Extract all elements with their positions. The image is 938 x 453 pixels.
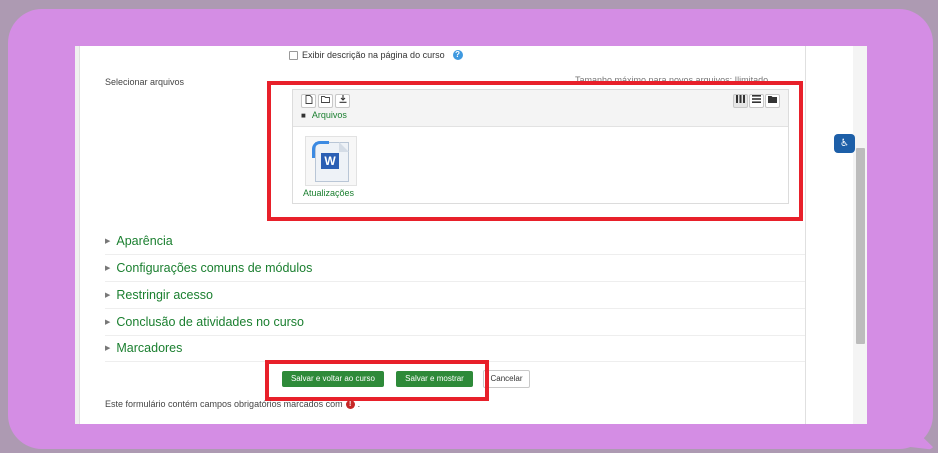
required-note-suffix: . [357,399,361,409]
divider [105,254,805,255]
caret-right-icon: ▶ [105,292,111,299]
section-conclusao-atividades[interactable]: ▶ Conclusão de atividades no curso [105,315,805,329]
accessibility-icon[interactable]: ♿ [834,134,855,153]
help-icon[interactable]: ? [452,50,463,60]
section-label: Configurações comuns de módulos [116,261,313,275]
highlight-box-buttons [265,360,489,401]
highlight-box-file-manager [267,81,803,221]
caret-right-icon: ▶ [105,238,111,245]
divider [105,308,805,309]
display-description-row: Exibir descrição na página do curso ? [289,50,463,60]
cancel-button[interactable]: Cancelar [483,370,530,388]
left-panel-edge [75,46,80,424]
caret-right-icon: ▶ [105,265,111,272]
required-fields-note: Este formulário contém campos obrigatóri… [105,399,360,409]
select-files-label: Selecionar arquivos [105,77,185,87]
caret-right-icon: ▶ [105,319,111,326]
section-label: Conclusão de atividades no curso [116,315,305,329]
display-description-label: Exibir descrição na página do curso [302,50,445,60]
display-description-checkbox[interactable] [289,50,298,60]
scrollbar-thumb[interactable] [856,148,865,344]
section-label: Marcadores [116,341,183,355]
divider [105,281,805,282]
section-configuracoes-comuns[interactable]: ▶ Configurações comuns de módulos [105,261,805,275]
section-restringir-acesso[interactable]: ▶ Restringir acesso [105,288,805,302]
required-icon: ! [345,399,355,409]
section-marcadores[interactable]: ▶ Marcadores [105,341,805,355]
section-label: Restringir acesso [116,288,213,302]
moodle-form-screenshot: Exibir descrição na página do curso ? Se… [75,46,867,424]
required-note-text: Este formulário contém campos obrigatóri… [105,399,343,409]
section-aparencia[interactable]: ▶ Aparência [105,234,805,248]
right-panel-edge [805,46,806,424]
caret-right-icon: ▶ [105,345,111,352]
section-label: Aparência [116,234,173,248]
divider [105,335,805,336]
